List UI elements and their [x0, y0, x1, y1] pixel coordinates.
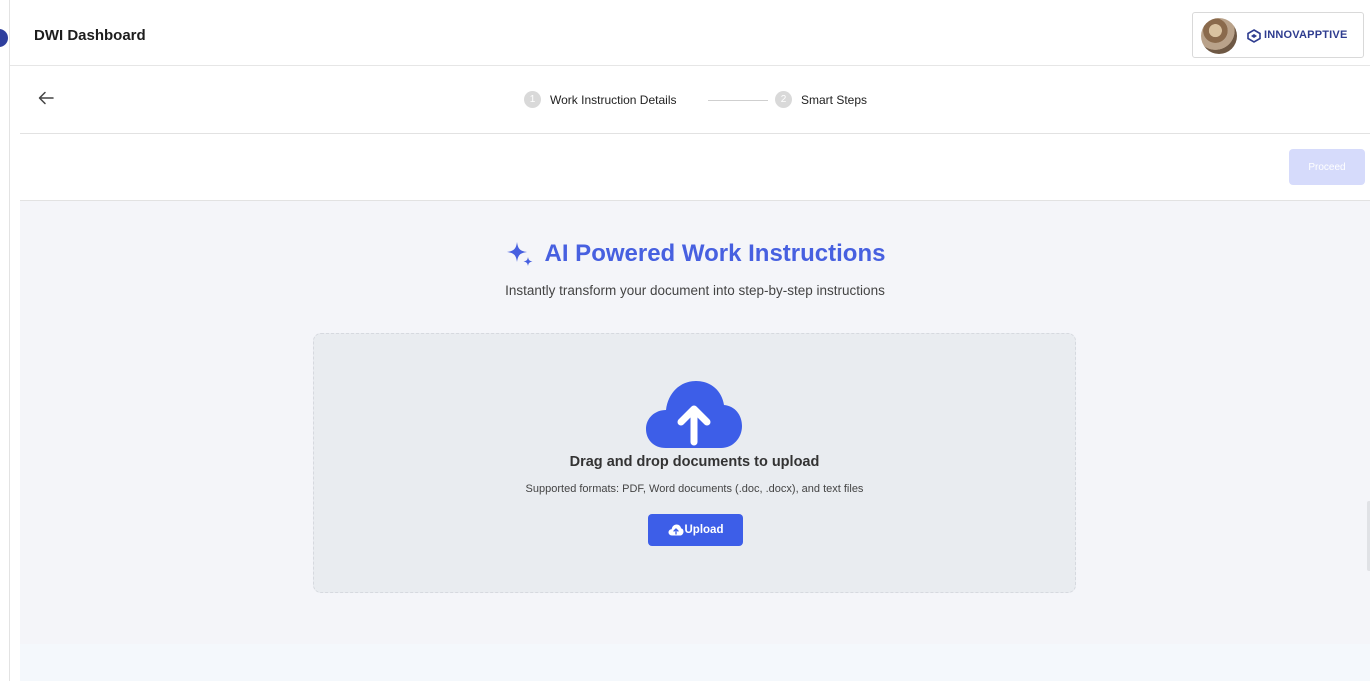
- step-work-instruction-details[interactable]: 1 Work Instruction Details: [524, 91, 677, 108]
- cloud-upload-icon: [646, 381, 742, 448]
- upload-dropzone[interactable]: Drag and drop documents to upload Suppor…: [313, 333, 1076, 593]
- avatar[interactable]: [1201, 18, 1237, 54]
- user-brand-menu[interactable]: INNOVAPPTIVE: [1192, 12, 1364, 58]
- upload-button-label: Upload: [684, 524, 724, 536]
- sidebar-collapsed: [0, 0, 10, 681]
- upload-button[interactable]: Upload: [648, 514, 743, 546]
- brand-name: INNOVAPPTIVE: [1264, 29, 1348, 41]
- main-content: AI Powered Work Instructions Instantly t…: [20, 201, 1370, 644]
- back-arrow-icon[interactable]: [36, 88, 56, 108]
- app-title: DWI Dashboard: [34, 27, 146, 44]
- step-number: 2: [775, 91, 792, 108]
- supported-formats-text: Supported formats: PDF, Word documents (…: [525, 483, 864, 495]
- hero-subtitle: Instantly transform your document into s…: [505, 283, 885, 298]
- hero-title: AI Powered Work Instructions: [544, 240, 886, 267]
- step-connector: [708, 100, 768, 101]
- sidebar-toggle-button[interactable]: [0, 29, 8, 47]
- sparkle-icon: [506, 242, 533, 266]
- cloud-upload-icon: [668, 524, 683, 536]
- stepper-bar: 1 Work Instruction Details 2 Smart Steps: [20, 66, 1370, 134]
- brand-logo-icon: [1247, 29, 1261, 43]
- page-footer-area: [20, 644, 1370, 681]
- action-bar: Proceed: [20, 135, 1370, 201]
- step-label: Work Instruction Details: [550, 92, 677, 107]
- proceed-button[interactable]: Proceed: [1289, 149, 1365, 185]
- step-number: 1: [524, 91, 541, 108]
- step-smart-steps[interactable]: 2 Smart Steps: [775, 91, 867, 108]
- step-label: Smart Steps: [801, 92, 868, 107]
- hero-heading: AI Powered Work Instructions: [20, 239, 1370, 269]
- top-bar: DWI Dashboard INNOVAPPTIVE: [10, 0, 1370, 66]
- dropzone-title: Drag and drop documents to upload: [569, 454, 820, 470]
